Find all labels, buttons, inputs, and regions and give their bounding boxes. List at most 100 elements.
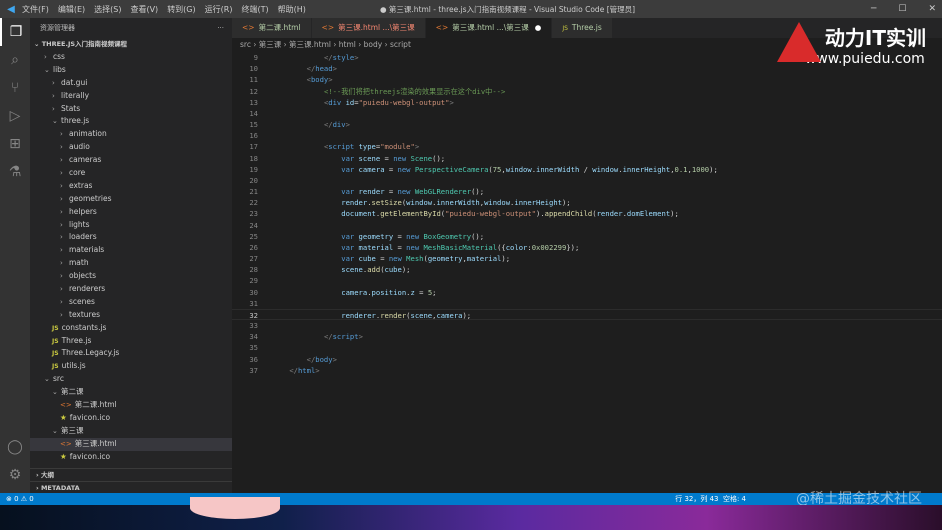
tree-item[interactable]: ›audio: [30, 141, 232, 154]
chevron-right-icon: ›: [60, 193, 69, 206]
tree-item[interactable]: ›extras: [30, 180, 232, 193]
testing-icon[interactable]: ⚗: [0, 158, 30, 186]
menu-item[interactable]: 查看(V): [130, 5, 158, 14]
account-icon[interactable]: ◯: [0, 433, 30, 461]
editor-tab[interactable]: <>第三课.html ...\第三课: [312, 18, 426, 38]
tree-item[interactable]: ›lights: [30, 219, 232, 232]
code-token: ;: [432, 288, 436, 297]
breadcrumb-item[interactable]: src: [240, 40, 251, 49]
tree-item[interactable]: ›helpers: [30, 206, 232, 219]
code-token: >: [354, 53, 358, 62]
code-token: renderer: [341, 311, 376, 320]
menu-item[interactable]: 选择(S): [94, 5, 121, 14]
code-line: 37 </html>: [232, 365, 942, 376]
tree-item[interactable]: ›renderers: [30, 283, 232, 296]
tree-item[interactable]: ›literally: [30, 90, 232, 103]
tree-item[interactable]: ›core: [30, 167, 232, 180]
code-token: [272, 53, 324, 62]
code-text: camera.position.z = 5;: [272, 287, 436, 298]
tree-item[interactable]: ★favicon.ico: [30, 451, 232, 464]
tree-item[interactable]: ›cameras: [30, 154, 232, 167]
indentation[interactable]: 空格: 4: [723, 495, 746, 503]
breadcrumb-item[interactable]: body: [364, 40, 383, 49]
tree-item[interactable]: ›loaders: [30, 231, 232, 244]
code-token: [272, 120, 324, 129]
tab-label: 第二课.html: [259, 23, 301, 32]
line-number: 11: [232, 74, 272, 85]
chevron-down-icon: ⌄: [52, 115, 61, 128]
code-token: =: [415, 288, 428, 297]
problems-indicator[interactable]: ⊗ 0 ⚠ 0: [6, 493, 34, 505]
tree-item[interactable]: JSutils.js: [30, 360, 232, 373]
code-text: <div id="puiedu-webgl-output">: [272, 97, 454, 108]
tree-item-label: core: [69, 168, 85, 177]
breadcrumb-item[interactable]: html: [339, 40, 356, 49]
code-token: window: [592, 165, 618, 174]
breadcrumb-item[interactable]: script: [390, 40, 411, 49]
tree-item[interactable]: ⌄第三课: [30, 425, 232, 438]
close-button[interactable]: ✕: [928, 4, 936, 14]
settings-gear-icon[interactable]: ⚙: [0, 461, 30, 489]
code-token: >: [415, 142, 419, 151]
search-icon[interactable]: ⌕: [0, 46, 30, 74]
tree-item[interactable]: ★favicon.ico: [30, 412, 232, 425]
tree-item[interactable]: ⌄第二课: [30, 386, 232, 399]
tree-item-label: 第三课: [61, 426, 84, 435]
code-token: </: [307, 64, 316, 73]
code-token: WebGLRenderer: [415, 187, 471, 196]
code-token: innerHeight: [623, 165, 671, 174]
breadcrumb-item[interactable]: 第三课.html: [289, 40, 331, 49]
tree-item[interactable]: JSThree.js: [30, 335, 232, 348]
cursor-position[interactable]: 行 32，列 43: [675, 495, 718, 503]
explorer-icon[interactable]: ❐: [0, 18, 30, 46]
menu-item[interactable]: 转到(G): [167, 5, 195, 14]
code-editor[interactable]: 9 </style>10 </head>11 <body>12 <!--我们将把…: [232, 52, 942, 376]
menu-item[interactable]: 运行(R): [205, 5, 233, 14]
tree-item[interactable]: ›math: [30, 257, 232, 270]
menu-item[interactable]: 编辑(E): [58, 5, 85, 14]
outline-section[interactable]: › 大纲: [30, 468, 232, 481]
tree-item[interactable]: ›materials: [30, 244, 232, 257]
code-token: /: [579, 165, 592, 174]
chevron-down-icon: ⌄: [44, 373, 53, 386]
code-token: var: [341, 187, 354, 196]
project-root[interactable]: ⌄ THREE.JS入门指南视频课程: [30, 38, 232, 51]
more-actions-button[interactable]: ···: [217, 18, 224, 38]
menu-item[interactable]: 终端(T): [241, 5, 268, 14]
minimize-button[interactable]: ─: [871, 4, 876, 14]
code-token: [272, 187, 341, 196]
tree-item[interactable]: ›geometries: [30, 193, 232, 206]
metadata-label: METADATA: [41, 484, 80, 492]
tree-item[interactable]: ›dat.gui: [30, 77, 232, 90]
run-debug-icon[interactable]: ▷: [0, 102, 30, 130]
code-token: domElement: [627, 209, 670, 218]
menu-item[interactable]: 文件(F): [22, 5, 49, 14]
maximize-button[interactable]: ☐: [898, 4, 906, 14]
tree-item[interactable]: ›animation: [30, 128, 232, 141]
tree-item[interactable]: JSThree.Legacy.js: [30, 347, 232, 360]
tree-item[interactable]: ›objects: [30, 270, 232, 283]
editor-tab[interactable]: <>第二课.html: [232, 18, 312, 38]
menu-item[interactable]: 帮助(H): [278, 5, 306, 14]
tree-item-label: utils.js: [62, 361, 86, 370]
tree-item[interactable]: ⌄src: [30, 373, 232, 386]
line-number: 28: [232, 264, 272, 275]
code-token: );: [462, 311, 471, 320]
unsaved-dot-icon[interactable]: ●: [535, 23, 542, 32]
editor-tab[interactable]: <>第三课.html ...\第三课●: [426, 18, 553, 38]
source-control-icon[interactable]: ⑂: [0, 74, 30, 102]
tree-item[interactable]: ›textures: [30, 309, 232, 322]
tree-item[interactable]: <>第三课.html: [30, 438, 232, 451]
tree-item[interactable]: ›css: [30, 51, 232, 64]
tree-item[interactable]: ⌄three.js: [30, 115, 232, 128]
code-token: appendChild: [545, 209, 593, 218]
tree-item[interactable]: ›scenes: [30, 296, 232, 309]
breadcrumb-item[interactable]: 第三课: [259, 40, 282, 49]
tree-item[interactable]: ⌄libs: [30, 64, 232, 77]
tree-item[interactable]: <>第二课.html: [30, 399, 232, 412]
extensions-icon[interactable]: ⊞: [0, 130, 30, 158]
editor-tab[interactable]: JSThree.js: [552, 18, 612, 38]
tree-item[interactable]: ›Stats: [30, 103, 232, 116]
tree-item[interactable]: JSconstants.js: [30, 322, 232, 335]
code-token: div: [328, 98, 341, 107]
